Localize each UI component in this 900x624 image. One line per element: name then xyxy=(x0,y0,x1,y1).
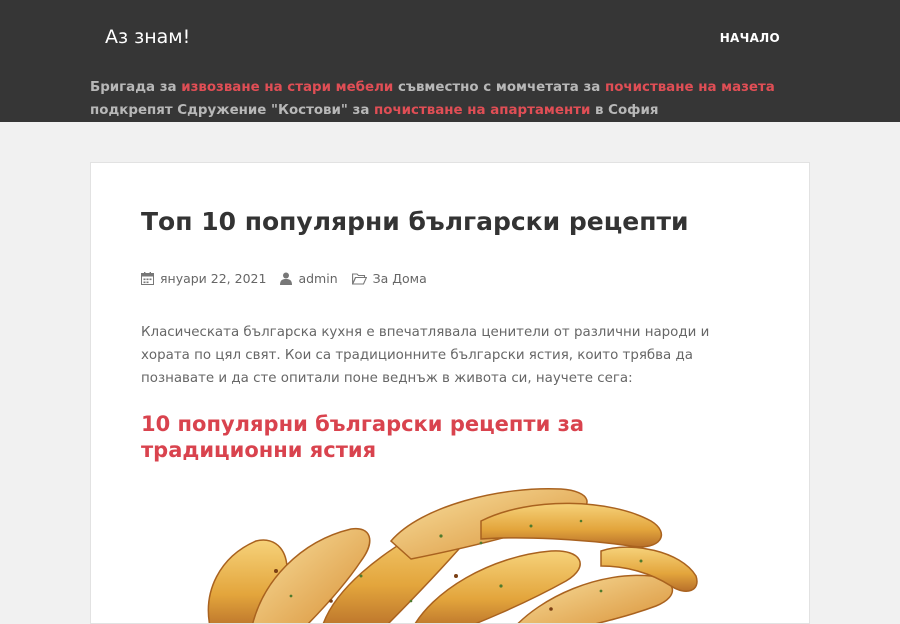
banner-link-basements[interactable]: почистване на мазета xyxy=(605,80,775,95)
site-header: Аз знам! НАЧАЛО Бригада за извозване на … xyxy=(0,0,900,122)
user-icon xyxy=(280,272,293,285)
site-title-link[interactable]: Аз знам! xyxy=(105,26,190,48)
calendar-icon xyxy=(141,272,154,285)
post-title: Топ 10 популярни български рецепти xyxy=(141,207,689,236)
banner-text-1: Бригада за xyxy=(90,80,182,95)
banner-text-3: подкрепят Сдружение "Костови" за xyxy=(90,103,375,118)
post-meta: януари 22, 2021 admin За Дома xyxy=(141,271,441,286)
folder-icon xyxy=(351,272,367,285)
header-banner-text: Бригада за извозване на стари мебели съв… xyxy=(90,76,790,122)
post-category-link[interactable]: За Дома xyxy=(373,271,427,286)
post-card: Топ 10 популярни български рецепти януар… xyxy=(90,162,810,624)
banner-link-apartments[interactable]: почистване на апартаменти xyxy=(374,103,590,118)
post-date-link[interactable]: януари 22, 2021 xyxy=(160,271,266,286)
banner-link-furniture[interactable]: извозване на стари мебели xyxy=(181,80,393,95)
banner-text-2: съвместно с момчетата за xyxy=(393,80,605,95)
potato-wedges-image xyxy=(207,487,698,623)
nav-home-link[interactable]: НАЧАЛО xyxy=(720,31,780,45)
post-intro: Класическата българска кухня е впечатляв… xyxy=(141,325,710,386)
post-author-link[interactable]: admin xyxy=(298,271,337,286)
banner-text-4: в София xyxy=(590,103,659,118)
post-subheading: 10 популярни български рецепти за традиц… xyxy=(141,412,584,462)
